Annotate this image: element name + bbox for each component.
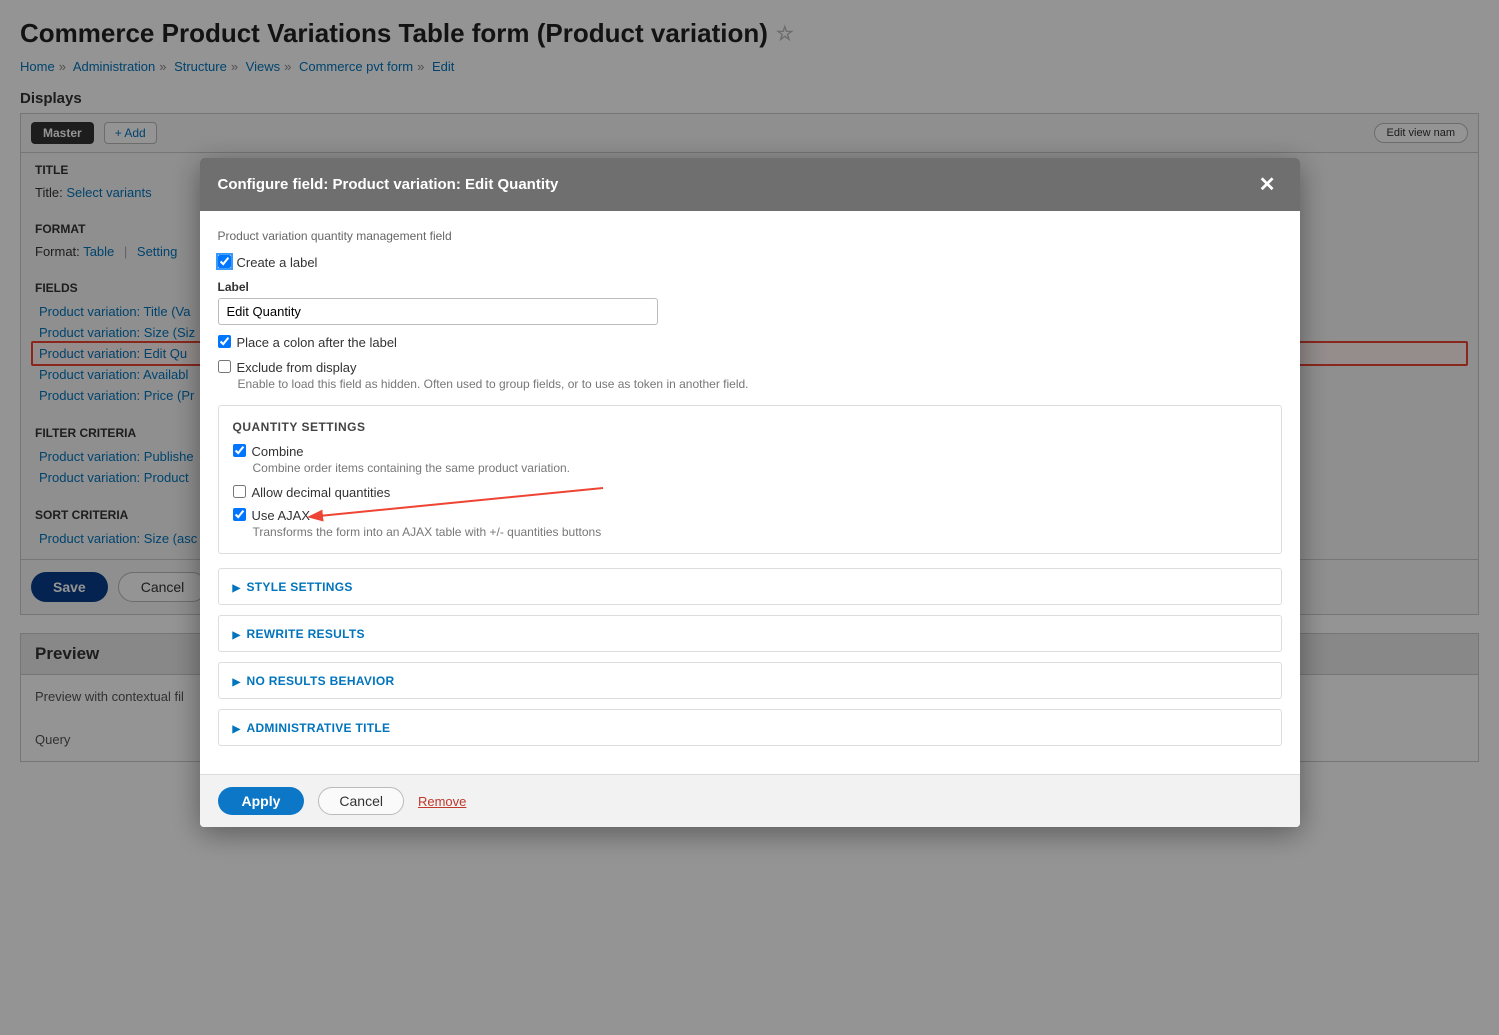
combine-label: Combine	[252, 444, 304, 459]
exclude-help: Enable to load this field as hidden. Oft…	[238, 377, 1282, 391]
place-colon-label: Place a colon after the label	[237, 335, 397, 350]
quantity-settings-fieldset: QUANTITY SETTINGS Combine Combine order …	[218, 405, 1282, 554]
use-ajax-checkbox[interactable]	[233, 508, 246, 521]
exclude-label: Exclude from display	[237, 360, 357, 375]
ajax-help: Transforms the form into an AJAX table w…	[253, 525, 1267, 539]
decimal-checkbox[interactable]	[233, 485, 246, 498]
quantity-settings-legend: QUANTITY SETTINGS	[233, 420, 1267, 434]
details-style-settings[interactable]: STYLE SETTINGS	[218, 568, 1282, 605]
modal-cancel-button[interactable]: Cancel	[318, 787, 404, 815]
place-colon-checkbox[interactable]	[218, 335, 231, 348]
configure-field-modal: Configure field: Product variation: Edit…	[200, 158, 1300, 827]
details-rewrite-results[interactable]: REWRITE RESULTS	[218, 615, 1282, 652]
decimal-label: Allow decimal quantities	[252, 485, 391, 500]
use-ajax-label: Use AJAX	[252, 508, 311, 523]
label-input[interactable]	[218, 298, 658, 325]
combine-checkbox[interactable]	[233, 444, 246, 457]
details-admin-title[interactable]: ADMINISTRATIVE TITLE	[218, 709, 1282, 746]
remove-link[interactable]: Remove	[418, 794, 466, 809]
create-label-label: Create a label	[237, 255, 318, 270]
modal-overlay: Configure field: Product variation: Edit…	[0, 0, 1499, 1035]
exclude-checkbox[interactable]	[218, 360, 231, 373]
modal-title: Configure field: Product variation: Edit…	[218, 176, 1253, 193]
label-field-label: Label	[218, 280, 1282, 294]
details-no-results[interactable]: NO RESULTS BEHAVIOR	[218, 662, 1282, 699]
create-label-checkbox[interactable]	[218, 255, 231, 268]
apply-button[interactable]: Apply	[218, 787, 305, 815]
close-icon[interactable]: ✕	[1253, 172, 1282, 197]
modal-description: Product variation quantity management fi…	[218, 229, 1282, 243]
combine-help: Combine order items containing the same …	[253, 461, 1267, 475]
